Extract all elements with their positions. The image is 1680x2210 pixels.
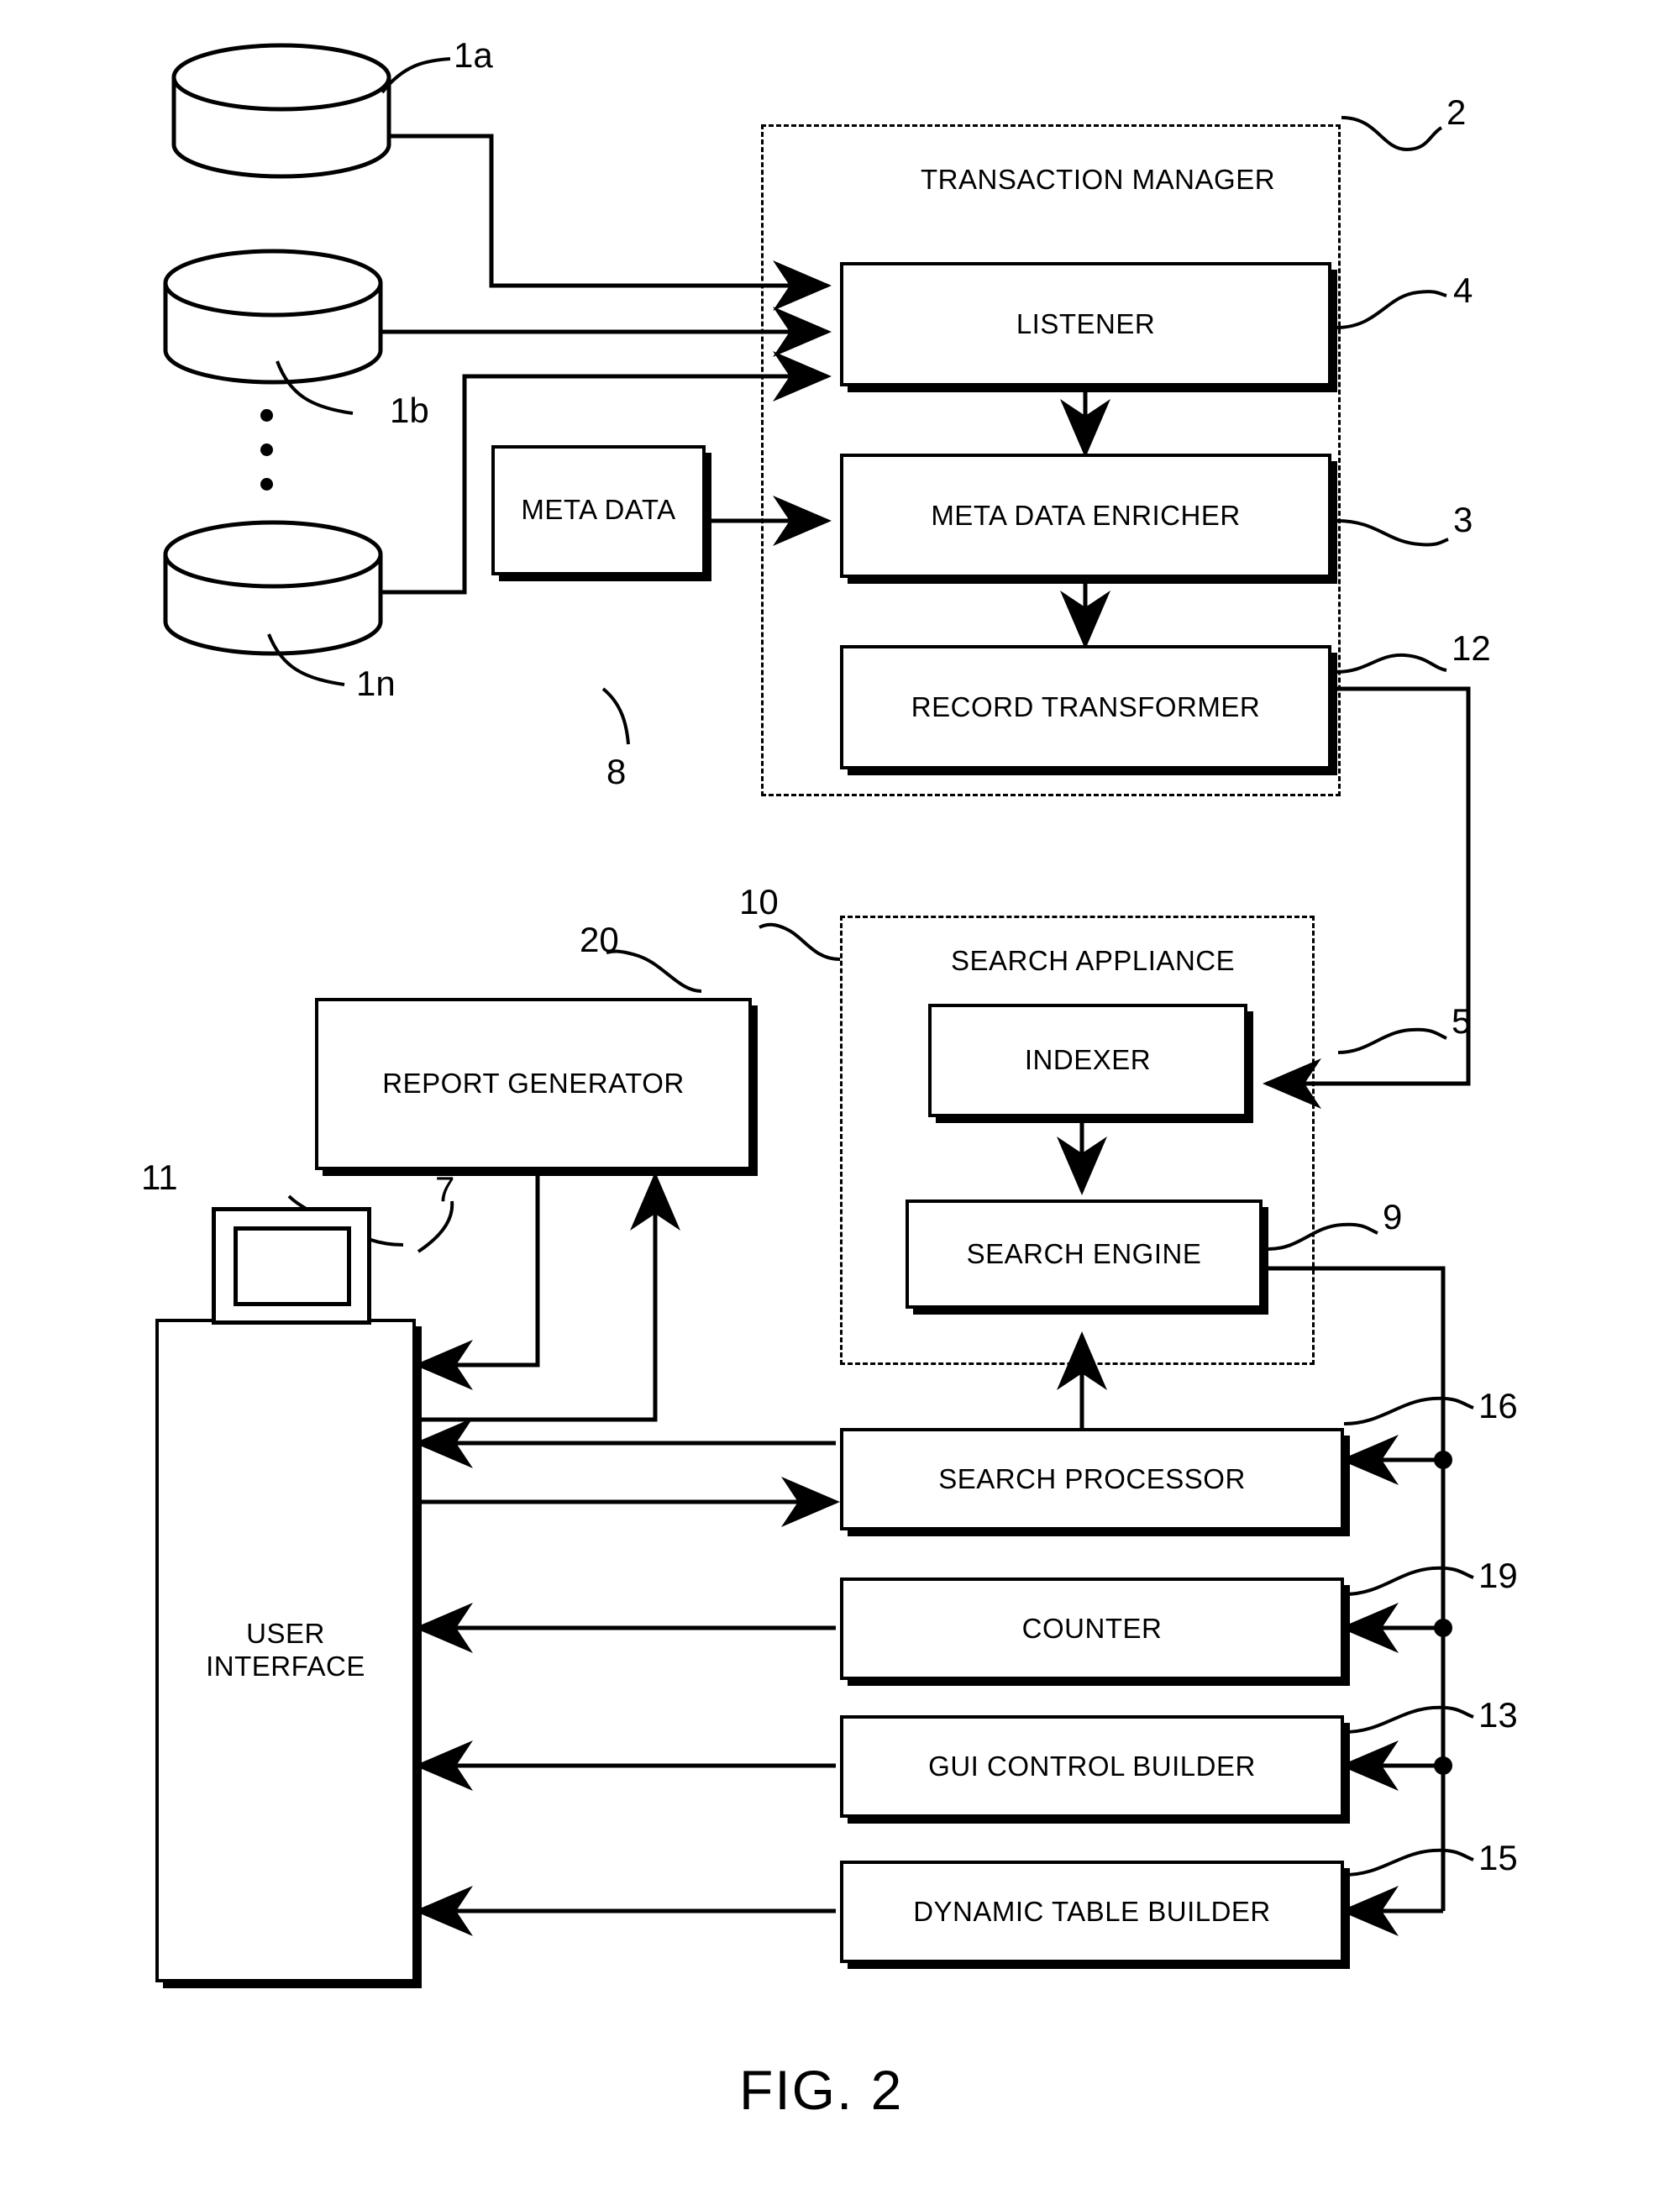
ellipsis-dot xyxy=(260,409,273,422)
ellipsis-dot xyxy=(260,478,273,491)
leader-3 xyxy=(1336,519,1449,547)
refnum-gui-control-builder: 13 xyxy=(1478,1695,1518,1735)
leader-10 xyxy=(759,922,841,961)
block-meta-data[interactable]: META DATA xyxy=(491,445,706,575)
refnum-indexer: 5 xyxy=(1452,1001,1472,1041)
block-user-interface-label: USER INTERFACE xyxy=(206,1618,365,1682)
block-search-engine-label: SEARCH ENGINE xyxy=(966,1237,1202,1269)
refnum-search-processor: 16 xyxy=(1478,1386,1518,1425)
refnum-search-appliance: 10 xyxy=(739,882,779,921)
monitor-screen-icon xyxy=(234,1226,351,1306)
refnum-transaction-manager: 2 xyxy=(1446,92,1467,132)
block-meta-data-label: META DATA xyxy=(521,494,676,526)
block-record-transformer-label: RECORD TRANSFORMER xyxy=(911,690,1261,722)
bus-junction-dot xyxy=(1434,1619,1452,1637)
refnum-search-engine: 9 xyxy=(1383,1197,1403,1236)
refnum-dynamic-table-builder: 15 xyxy=(1478,1838,1518,1877)
transaction-manager-title: TRANSACTION MANAGER xyxy=(921,164,1276,195)
block-indexer-label: INDEXER xyxy=(1024,1044,1152,1076)
refnum-report-generator: 20 xyxy=(580,920,619,959)
block-dynamic-table-builder[interactable]: DYNAMIC TABLE BUILDER xyxy=(840,1861,1344,1963)
leader-2 xyxy=(1341,116,1443,152)
block-search-engine[interactable]: SEARCH ENGINE xyxy=(906,1199,1263,1309)
database-ellipsis xyxy=(260,409,273,512)
refnum-counter: 19 xyxy=(1478,1556,1518,1595)
refnum-terminal: 11 xyxy=(141,1157,178,1197)
block-dynamic-table-builder-label: DYNAMIC TABLE BUILDER xyxy=(913,1895,1271,1927)
leader-19 xyxy=(1343,1566,1474,1596)
block-listener-label: LISTENER xyxy=(1016,307,1156,339)
block-meta-data-enricher-label: META DATA ENRICHER xyxy=(931,499,1241,531)
leader-5 xyxy=(1337,1027,1447,1054)
search-appliance-title: SEARCH APPLIANCE xyxy=(951,945,1236,976)
database-cylinder-1b xyxy=(163,249,383,385)
block-gui-control-builder-label: GUI CONTROL BUILDER xyxy=(928,1750,1256,1782)
refnum-db-1a: 1a xyxy=(454,35,493,75)
block-meta-data-enricher[interactable]: META DATA ENRICHER xyxy=(840,454,1331,578)
leader-15 xyxy=(1343,1848,1474,1877)
block-report-generator[interactable]: REPORT GENERATOR xyxy=(315,998,752,1170)
leader-13 xyxy=(1343,1705,1474,1734)
figure-caption: FIG. 2 xyxy=(739,2059,904,2121)
block-gui-control-builder[interactable]: GUI CONTROL BUILDER xyxy=(840,1715,1344,1818)
ellipsis-dot xyxy=(260,444,273,456)
leader-12 xyxy=(1336,653,1447,674)
block-counter[interactable]: COUNTER xyxy=(840,1577,1344,1680)
database-cylinder-1a xyxy=(171,43,391,179)
block-listener[interactable]: LISTENER xyxy=(840,262,1331,386)
block-counter-label: COUNTER xyxy=(1021,1612,1163,1644)
block-user-interface[interactable]: USER INTERFACE xyxy=(155,1319,416,1982)
refnum-meta-data-enricher: 3 xyxy=(1453,500,1473,539)
bus-junction-dot xyxy=(1434,1756,1452,1775)
refnum-record-transformer: 12 xyxy=(1452,628,1491,668)
leader-8 xyxy=(601,687,630,745)
block-record-transformer[interactable]: RECORD TRANSFORMER xyxy=(840,645,1331,769)
patent-figure-page: TRANSACTION MANAGER SEARCH APPLIANCE LIS… xyxy=(0,0,1680,2210)
leader-4 xyxy=(1336,290,1447,329)
block-report-generator-label: REPORT GENERATOR xyxy=(382,1068,685,1100)
refnum-db-1b: 1b xyxy=(390,391,429,430)
block-search-processor-label: SEARCH PROCESSOR xyxy=(938,1462,1246,1494)
block-indexer[interactable]: INDEXER xyxy=(928,1004,1247,1117)
leader-1a xyxy=(381,57,451,94)
leader-20 xyxy=(606,949,702,993)
refnum-user-interface: 7 xyxy=(435,1169,455,1209)
bus-junction-dot xyxy=(1434,1451,1452,1469)
refnum-meta-data: 8 xyxy=(606,752,627,791)
refnum-db-1n: 1n xyxy=(356,664,396,703)
block-search-processor[interactable]: SEARCH PROCESSOR xyxy=(840,1428,1344,1530)
database-cylinder-1n xyxy=(163,520,383,656)
refnum-listener: 4 xyxy=(1453,270,1473,310)
leader-16 xyxy=(1343,1396,1474,1425)
